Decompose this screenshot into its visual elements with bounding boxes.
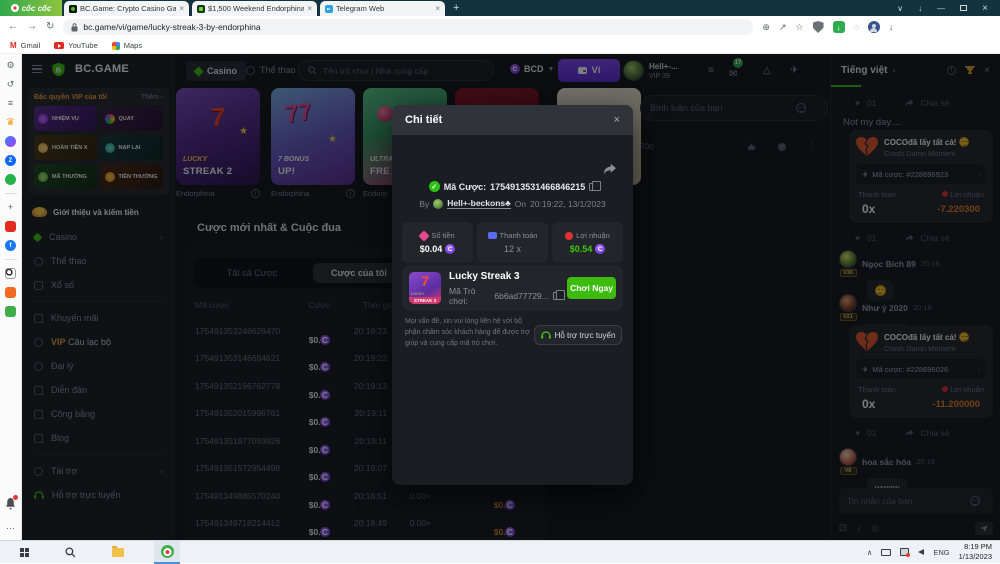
address-bar: ← → ↻ bc.game/vi/game/lucky-streak-3-by-… xyxy=(0,16,1000,38)
telegram-favicon xyxy=(325,5,333,13)
support-note: Mọi vấn đề, xin vui lòng liên hệ với bộ … xyxy=(405,317,531,350)
download-manager-icon[interactable]: ↓ xyxy=(833,21,845,33)
messenger-icon[interactable] xyxy=(5,136,16,147)
notifications-bell-icon[interactable] xyxy=(5,497,16,515)
bet-id-label: Mã Cược: xyxy=(444,182,486,192)
more-options-icon[interactable]: ⋯ xyxy=(5,523,16,534)
coin-icon: C xyxy=(595,244,605,254)
tray-volume-icon[interactable] xyxy=(918,549,924,555)
close-modal-icon[interactable]: × xyxy=(614,114,620,126)
bet-id-value: 1754913531466846215 xyxy=(490,182,585,192)
endorphina-favicon xyxy=(197,5,205,13)
tab-search-icon[interactable]: ∨ xyxy=(897,4,903,13)
coin-icon: C xyxy=(445,244,455,254)
bookmark-star-icon[interactable]: ☆ xyxy=(795,23,803,32)
stat-amount: Số tiền $0.04C xyxy=(402,222,473,263)
windows-taskbar: ∧ ENG 8:19 PM1/13/2023 xyxy=(0,540,1000,563)
adblock-shield-icon[interactable]: 1 xyxy=(813,21,824,33)
add-shortcut-icon[interactable]: + xyxy=(5,202,16,213)
maximize-button[interactable] xyxy=(960,5,967,11)
browser-side-rail: ⚙ ↺ ≡ ♛ Z + f ⋯ xyxy=(0,54,22,540)
amount-icon xyxy=(419,230,430,241)
browser-tab-telegram[interactable]: Telegram Web× xyxy=(320,1,445,16)
taskbar-clock[interactable]: 8:19 PM1/13/2023 xyxy=(959,542,992,562)
youtube-shortcut-icon[interactable] xyxy=(5,221,16,232)
input-language[interactable]: ENG xyxy=(933,548,949,557)
close-tab-icon[interactable]: × xyxy=(179,4,184,13)
save-page-icon[interactable]: ⊕ xyxy=(762,23,770,32)
new-tab-button[interactable]: + xyxy=(453,2,459,14)
verified-check-icon: ✓ xyxy=(429,181,440,192)
close-window-button[interactable]: × xyxy=(982,3,988,14)
share-bet-icon[interactable] xyxy=(603,163,617,175)
tray-expand-icon[interactable]: ∧ xyxy=(867,548,873,557)
stat-payout: Thanh toán 12 x xyxy=(477,222,548,263)
history-icon[interactable]: ↺ xyxy=(5,79,16,90)
downloads-icon[interactable]: ↓ xyxy=(889,23,894,32)
play-now-button[interactable]: Chơi Ngay xyxy=(567,277,616,299)
crown-rewards-icon[interactable]: ♛ xyxy=(5,117,16,128)
taskbar-search-icon[interactable] xyxy=(65,547,76,558)
modal-title: Chi tiết xyxy=(405,114,442,126)
copy-icon[interactable] xyxy=(553,292,559,300)
divider xyxy=(5,259,17,260)
start-button[interactable] xyxy=(20,548,29,557)
forward-icon[interactable]: → xyxy=(27,22,37,32)
youtube-icon xyxy=(54,42,64,49)
headset-icon xyxy=(541,331,551,340)
url-text: bc.game/vi/game/lucky-streak-3-by-endorp… xyxy=(83,22,260,32)
game-name: Lucky Streak 3 xyxy=(449,271,559,282)
back-icon[interactable]: ← xyxy=(8,22,18,32)
browser-tab-bcgame[interactable]: BC.Game: Crypto Casino Gan× xyxy=(64,1,189,16)
bcgame-favicon xyxy=(69,5,77,13)
payout-icon xyxy=(488,232,497,239)
stat-profit: Lợi nhuận $0.54C xyxy=(552,222,623,263)
shopping-shortcut-icon[interactable] xyxy=(5,287,16,298)
bettor-username[interactable]: Hell+-beckons♣ xyxy=(447,198,510,209)
notification-dot xyxy=(13,495,18,500)
profile-avatar[interactable] xyxy=(868,21,880,33)
divider xyxy=(5,193,17,194)
file-explorer-icon[interactable] xyxy=(112,548,124,557)
games-icon[interactable] xyxy=(5,174,16,185)
game-card: 7LUCKYSTREAK 3 Lucky Streak 3 Mã Trò chơ… xyxy=(402,265,623,311)
send-to-device-icon[interactable]: ↓ xyxy=(918,4,922,13)
minimize-button[interactable]: — xyxy=(937,4,945,13)
browser-tab-strip: cốc cốc BC.Game: Crypto Casino Gan× $1,5… xyxy=(0,0,1000,16)
close-tab-icon[interactable]: × xyxy=(307,4,312,13)
zalo-icon[interactable]: Z xyxy=(5,155,16,166)
extensions-icon[interactable]: ◌ xyxy=(854,23,859,32)
browser-tab-endorphina[interactable]: $1,500 Weekend Endorphina× xyxy=(192,1,317,16)
settings-gear-icon[interactable]: ⚙ xyxy=(5,60,16,71)
tray-screenshot-icon[interactable] xyxy=(900,548,909,556)
tray-display-icon[interactable] xyxy=(881,549,891,556)
maps-icon xyxy=(112,42,120,50)
modal-backdrop[interactable]: Chi tiết × ✓ Mã Cược: 1754913531466846215… xyxy=(22,54,1000,540)
url-field[interactable]: bc.game/vi/game/lucky-streak-3-by-endorp… xyxy=(63,19,753,35)
share-icon[interactable]: ↗ xyxy=(779,23,787,32)
lock-icon xyxy=(71,23,78,32)
facebook-shortcut-icon[interactable]: f xyxy=(5,240,16,251)
bookmark-gmail[interactable]: MGmail xyxy=(10,41,40,50)
reading-list-icon[interactable]: ≡ xyxy=(5,98,16,109)
bet-datetime: 20:19:22, 13/1/2023 xyxy=(530,199,606,209)
coccoc-taskbar-icon[interactable] xyxy=(154,541,180,564)
sports-shortcut-icon[interactable] xyxy=(5,268,16,279)
coccoc-logo-icon xyxy=(11,4,19,12)
profit-icon xyxy=(565,232,573,240)
close-tab-icon[interactable]: × xyxy=(435,4,440,13)
bookmark-youtube[interactable]: YouTube xyxy=(54,41,97,50)
gmail-icon: M xyxy=(10,41,17,50)
bettor-avatar xyxy=(433,199,443,209)
reload-icon[interactable]: ↻ xyxy=(46,22,54,32)
coccoc-brand: cốc cốc xyxy=(0,0,62,16)
bookmark-maps[interactable]: Maps xyxy=(112,41,142,50)
game-thumbnail[interactable]: 7LUCKYSTREAK 3 xyxy=(409,272,441,304)
copy-icon[interactable] xyxy=(589,183,596,191)
bookmarks-bar: MGmail YouTube Maps xyxy=(0,38,1000,54)
game-id-value: 6b6ad77729... xyxy=(494,291,548,301)
live-support-button[interactable]: Hỗ trợ trực tuyến xyxy=(534,325,622,345)
bet-details-modal: Chi tiết × ✓ Mã Cược: 1754913531466846215… xyxy=(392,105,633,485)
photos-shortcut-icon[interactable] xyxy=(5,306,16,317)
